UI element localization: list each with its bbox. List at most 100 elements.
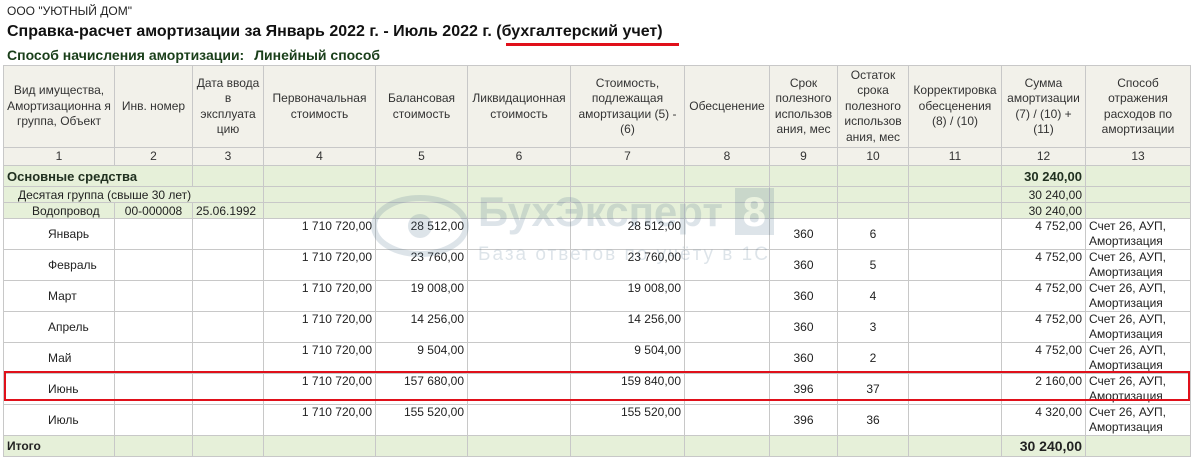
depreciation-amount: 4 752,00 xyxy=(1001,311,1086,343)
expense-method: Счет 26, АУП, Амортизация xyxy=(1085,311,1191,343)
group-sum: 30 240,00 xyxy=(1001,165,1086,187)
col-num: 12 xyxy=(1001,147,1086,166)
remaining-life: 4 xyxy=(837,280,909,312)
month-row[interactable]: Февраль 1 710 720,00 23 760,00 23 760,00 360… xyxy=(3,249,1191,281)
object-inv: 00-000008 xyxy=(114,202,193,219)
depreciation-amount: 4 752,00 xyxy=(1001,342,1086,374)
object-date: 25.06.1992 xyxy=(192,202,264,219)
group-row-tenth-group[interactable]: Десятая группа (свыше 30 лет) 30 240,00 xyxy=(3,186,1191,203)
col-header-liquidation: Ликвидационная стоимость xyxy=(467,65,571,148)
col-num: 4 xyxy=(263,147,376,166)
month-row[interactable]: Июнь 1 710 720,00 157 680,00 159 840,00 396 3… xyxy=(3,373,1191,405)
expense-method: Счет 26, АУП, Амортизация xyxy=(1085,342,1191,374)
remaining-life: 37 xyxy=(837,373,909,405)
total-label: Итого xyxy=(3,435,115,457)
depreciation-amount: 4 752,00 xyxy=(1001,249,1086,281)
depreciation-amount: 4 752,00 xyxy=(1001,218,1086,250)
depreciable-cost: 14 256,00 xyxy=(570,311,685,343)
col-num: 1 xyxy=(3,147,115,166)
depreciation-amount: 4 320,00 xyxy=(1001,404,1086,436)
col-header-initial: Первоначальная стоимость xyxy=(263,65,376,148)
col-header-impairment: Обесценение xyxy=(684,65,770,148)
initial-cost: 1 710 720,00 xyxy=(263,249,376,281)
object-row-water-supply[interactable]: Водопровод 00-000008 25.06.1992 30 240,0… xyxy=(3,202,1191,219)
remaining-life: 6 xyxy=(837,218,909,250)
balance-cost: 9 504,00 xyxy=(375,342,468,374)
col-header-inv: Инв. номер xyxy=(114,65,193,148)
useful-life: 360 xyxy=(769,280,838,312)
group-name: Основные средства xyxy=(3,165,193,187)
organization-name: ООО "УЮТНЫЙ ДОМ" xyxy=(7,4,132,18)
remaining-life: 3 xyxy=(837,311,909,343)
depreciable-cost: 155 520,00 xyxy=(570,404,685,436)
expense-method: Счет 26, АУП, Амортизация xyxy=(1085,249,1191,281)
method-label: Способ начисления амортизации: xyxy=(7,47,245,63)
initial-cost: 1 710 720,00 xyxy=(263,218,376,250)
initial-cost: 1 710 720,00 xyxy=(263,280,376,312)
month-name: Июль xyxy=(3,404,115,436)
month-row[interactable]: Май 1 710 720,00 9 504,00 9 504,00 360 2 4 752… xyxy=(3,342,1191,374)
useful-life: 360 xyxy=(769,311,838,343)
initial-cost: 1 710 720,00 xyxy=(263,404,376,436)
balance-cost: 23 760,00 xyxy=(375,249,468,281)
month-row[interactable]: Апрель 1 710 720,00 14 256,00 14 256,00 360 3… xyxy=(3,311,1191,343)
depreciable-cost: 9 504,00 xyxy=(570,342,685,374)
month-row[interactable]: Март 1 710 720,00 19 008,00 19 008,00 360 4 4 … xyxy=(3,280,1191,312)
col-num: 7 xyxy=(570,147,685,166)
group-sum: 30 240,00 xyxy=(1001,186,1086,203)
group-name: Десятая группа (свыше 30 лет) xyxy=(3,186,264,203)
col-num: 10 xyxy=(837,147,909,166)
month-name: Май xyxy=(3,342,115,374)
remaining-life: 5 xyxy=(837,249,909,281)
expense-method: Счет 26, АУП, Амортизация xyxy=(1085,373,1191,405)
balance-cost: 157 680,00 xyxy=(375,373,468,405)
depreciation-amount: 2 160,00 xyxy=(1001,373,1086,405)
col-num: 2 xyxy=(114,147,193,166)
col-num: 8 xyxy=(684,147,770,166)
expense-method: Счет 26, АУП, Амортизация xyxy=(1085,280,1191,312)
col-num: 13 xyxy=(1085,147,1191,166)
depreciable-cost: 19 008,00 xyxy=(570,280,685,312)
title-underline-mark xyxy=(506,43,679,46)
col-header-balance: Балансовая стоимость xyxy=(375,65,468,148)
balance-cost: 14 256,00 xyxy=(375,311,468,343)
col-header-life: Срок полезного использов ания, мес xyxy=(769,65,838,148)
month-name: Февраль xyxy=(3,249,115,281)
month-name: Апрель xyxy=(3,311,115,343)
depreciation-method: Способ начисления амортизации: Линейный с… xyxy=(7,47,380,63)
initial-cost: 1 710 720,00 xyxy=(263,373,376,405)
group-row-fixed-assets[interactable]: Основные средства 30 240,00 xyxy=(3,165,1191,187)
report-title: Справка-расчет амортизации за Январь 202… xyxy=(7,23,663,40)
col-header-depreciable: Стоимость, подлежащая амортизации (5) - … xyxy=(570,65,685,148)
object-name: Водопровод xyxy=(3,202,115,219)
useful-life: 360 xyxy=(769,342,838,374)
col-header-amount: Сумма амортизации (7) / (10) + (11) xyxy=(1001,65,1086,148)
method-value: Линейный способ xyxy=(254,47,381,63)
month-row[interactable]: Январь 1 710 720,00 28 512,00 28 512,00 360 6… xyxy=(3,218,1191,250)
col-header-method: Способ отражения расходов по амортизации xyxy=(1085,65,1191,148)
useful-life: 396 xyxy=(769,404,838,436)
col-num: 5 xyxy=(375,147,468,166)
useful-life: 396 xyxy=(769,373,838,405)
balance-cost: 155 520,00 xyxy=(375,404,468,436)
useful-life: 360 xyxy=(769,249,838,281)
month-row[interactable]: Июль 1 710 720,00 155 520,00 155 520,00 396 3… xyxy=(3,404,1191,436)
remaining-life: 36 xyxy=(837,404,909,436)
col-num: 6 xyxy=(467,147,571,166)
month-name: Июнь xyxy=(3,373,115,405)
object-sum: 30 240,00 xyxy=(1001,202,1086,219)
total-sum: 30 240,00 xyxy=(1001,435,1086,457)
balance-cost: 19 008,00 xyxy=(375,280,468,312)
col-header-object: Вид имущества, Амортизационна я группа, … xyxy=(3,65,115,148)
col-num: 9 xyxy=(769,147,838,166)
column-numbers: 1 2 3 4 5 6 7 8 9 10 11 12 13 xyxy=(3,147,1191,166)
month-name: Март xyxy=(3,280,115,312)
expense-method: Счет 26, АУП, Амортизация xyxy=(1085,218,1191,250)
col-header-remaining: Остаток срока полезного использов ания, … xyxy=(837,65,909,148)
useful-life: 360 xyxy=(769,218,838,250)
depreciable-cost: 23 760,00 xyxy=(570,249,685,281)
depreciable-cost: 28 512,00 xyxy=(570,218,685,250)
expense-method: Счет 26, АУП, Амортизация xyxy=(1085,404,1191,436)
month-name: Январь xyxy=(3,218,115,250)
initial-cost: 1 710 720,00 xyxy=(263,342,376,374)
